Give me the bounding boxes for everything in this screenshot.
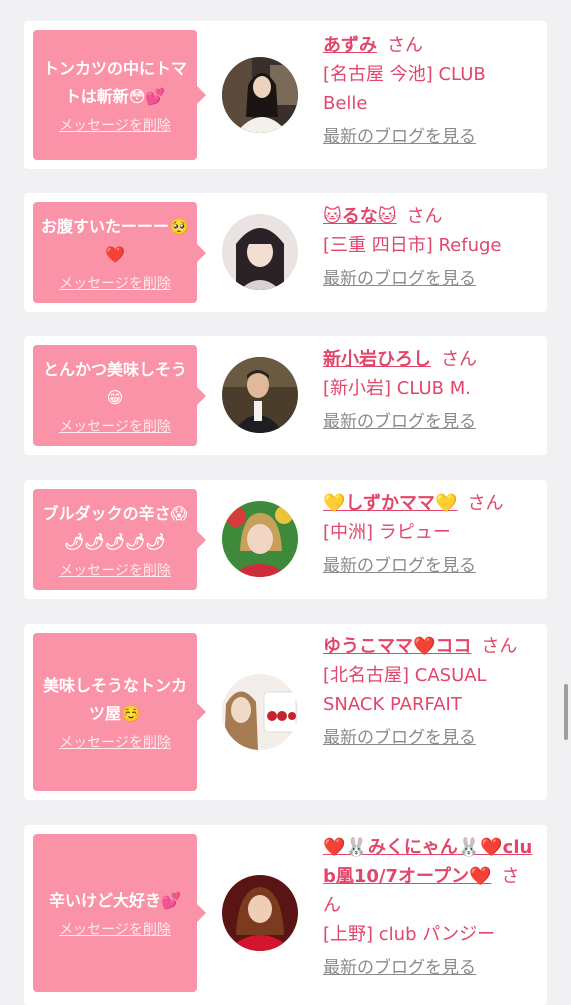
avatar[interactable] xyxy=(222,875,298,951)
latest-blog-link[interactable]: 最新のブログを見る xyxy=(323,126,535,148)
message-bubble: 美味しそうなトンカツ屋☺️ メッセージを削除 xyxy=(33,633,206,791)
message-bubble: トンカツの中にトマトは斬新😳💕 メッセージを削除 xyxy=(33,30,206,160)
latest-blog-link[interactable]: 最新のブログを見る xyxy=(323,268,535,290)
sender-name-line: あずみ さん xyxy=(323,31,535,60)
message-bubble: ブルダックの辛さ😱🌶🌶🌶🌶🌶 メッセージを削除 xyxy=(33,489,206,590)
avatar[interactable] xyxy=(222,57,298,133)
message-text: お腹すいたーーー🥺❤️ xyxy=(41,216,189,264)
delete-message-link[interactable]: メッセージを削除 xyxy=(59,117,171,135)
message-card: とんかつ美味しそう😁 メッセージを削除 新小岩ひろし さん [新小岩] CLUB … xyxy=(24,336,547,455)
delete-message-link[interactable]: メッセージを削除 xyxy=(59,921,171,939)
shop-location: [中洲] ラピュー xyxy=(323,522,451,543)
latest-blog-link[interactable]: 最新のブログを見る xyxy=(323,555,535,577)
message-bubble: 辛いけど大好き💕 メッセージを削除 xyxy=(33,834,206,992)
message-card: トンカツの中にトマトは斬新😳💕 メッセージを削除 あずみ さん [名古屋 今池] … xyxy=(24,21,547,169)
message-text: ブルダックの辛さ😱🌶🌶🌶🌶🌶 xyxy=(42,503,188,551)
sender-name-link[interactable]: あずみ xyxy=(323,35,377,56)
shop-location: [三重 四日市] Refuge xyxy=(323,235,502,256)
avatar[interactable] xyxy=(222,357,298,433)
sender-name-line: ❤️🐰みくにゃん🐰❤️club凰10/7オープン❤️ さん xyxy=(323,833,535,920)
sender-name-line: 新小岩ひろし さん xyxy=(323,345,535,374)
shop-location: [新小岩] CLUB M. xyxy=(323,378,471,399)
sender-name-link[interactable]: ゆうこママ❤️ココ xyxy=(323,636,471,657)
sender-name-link[interactable]: 🐱るな🐱 xyxy=(323,206,397,227)
avatar[interactable] xyxy=(222,674,298,750)
sender-name-line: ゆうこママ❤️ココ さん xyxy=(323,632,535,661)
honorific: さん xyxy=(387,35,423,56)
sender-info: 🐱るな🐱 さん [三重 四日市] Refuge 最新のブログを見る xyxy=(323,202,535,290)
shop-location: [上野] club パンジー xyxy=(323,924,496,945)
latest-blog-link[interactable]: 最新のブログを見る xyxy=(323,957,535,979)
sender-info: あずみ さん [名古屋 今池] CLUB Belle 最新のブログを見る xyxy=(323,31,535,148)
latest-blog-link[interactable]: 最新のブログを見る xyxy=(323,727,535,749)
message-text: 辛いけど大好き💕 xyxy=(49,891,181,910)
shop-location: [名古屋 今池] CLUB Belle xyxy=(323,64,486,114)
message-card: 美味しそうなトンカツ屋☺️ メッセージを削除 ゆうこママ❤️ココ さん [北名古屋… xyxy=(24,624,547,800)
sender-name-line: 🐱るな🐱 さん xyxy=(323,202,535,231)
delete-message-link[interactable]: メッセージを削除 xyxy=(59,562,171,580)
sender-info: 新小岩ひろし さん [新小岩] CLUB M. 最新のブログを見る xyxy=(323,345,535,433)
shop-location: [北名古屋] CASUAL SNACK PARFAIT xyxy=(323,665,487,715)
honorific: さん xyxy=(441,349,477,370)
avatar[interactable] xyxy=(222,501,298,577)
delete-message-link[interactable]: メッセージを削除 xyxy=(59,734,171,752)
message-card: ブルダックの辛さ😱🌶🌶🌶🌶🌶 メッセージを削除 💛しずかママ💛 さん [中洲] ラ… xyxy=(24,480,547,599)
message-text: 美味しそうなトンカツ屋☺️ xyxy=(42,676,187,723)
honorific: さん xyxy=(467,493,504,514)
delete-message-link[interactable]: メッセージを削除 xyxy=(59,275,171,293)
sender-name-line: 💛しずかママ💛 さん xyxy=(323,489,535,518)
delete-message-link[interactable]: メッセージを削除 xyxy=(59,418,171,436)
latest-blog-link[interactable]: 最新のブログを見る xyxy=(323,411,535,433)
message-card: お腹すいたーーー🥺❤️ メッセージを削除 🐱るな🐱 さん [三重 四日市] Ref… xyxy=(24,193,547,312)
sender-info: ❤️🐰みくにゃん🐰❤️club凰10/7オープン❤️ さん [上野] club パ… xyxy=(323,833,535,979)
message-bubble: お腹すいたーーー🥺❤️ メッセージを削除 xyxy=(33,202,206,303)
message-text: とんかつ美味しそう😁 xyxy=(42,359,187,407)
avatar[interactable] xyxy=(222,214,298,290)
sender-name-link[interactable]: 💛しずかママ💛 xyxy=(323,493,457,514)
sender-info: ゆうこママ❤️ココ さん [北名古屋] CASUAL SNACK PARFAIT … xyxy=(323,632,535,749)
sender-name-link[interactable]: 新小岩ひろし xyxy=(323,349,431,370)
honorific: さん xyxy=(406,206,443,227)
message-text: トンカツの中にトマトは斬新😳💕 xyxy=(42,59,187,106)
honorific: さん xyxy=(481,636,518,657)
scrollbar[interactable] xyxy=(564,684,568,740)
sender-info: 💛しずかママ💛 さん [中洲] ラピュー 最新のブログを見る xyxy=(323,489,535,577)
message-bubble: とんかつ美味しそう😁 メッセージを削除 xyxy=(33,345,206,446)
message-card: 辛いけど大好き💕 メッセージを削除 ❤️🐰みくにゃん🐰❤️club凰10/7オー… xyxy=(24,825,547,1005)
